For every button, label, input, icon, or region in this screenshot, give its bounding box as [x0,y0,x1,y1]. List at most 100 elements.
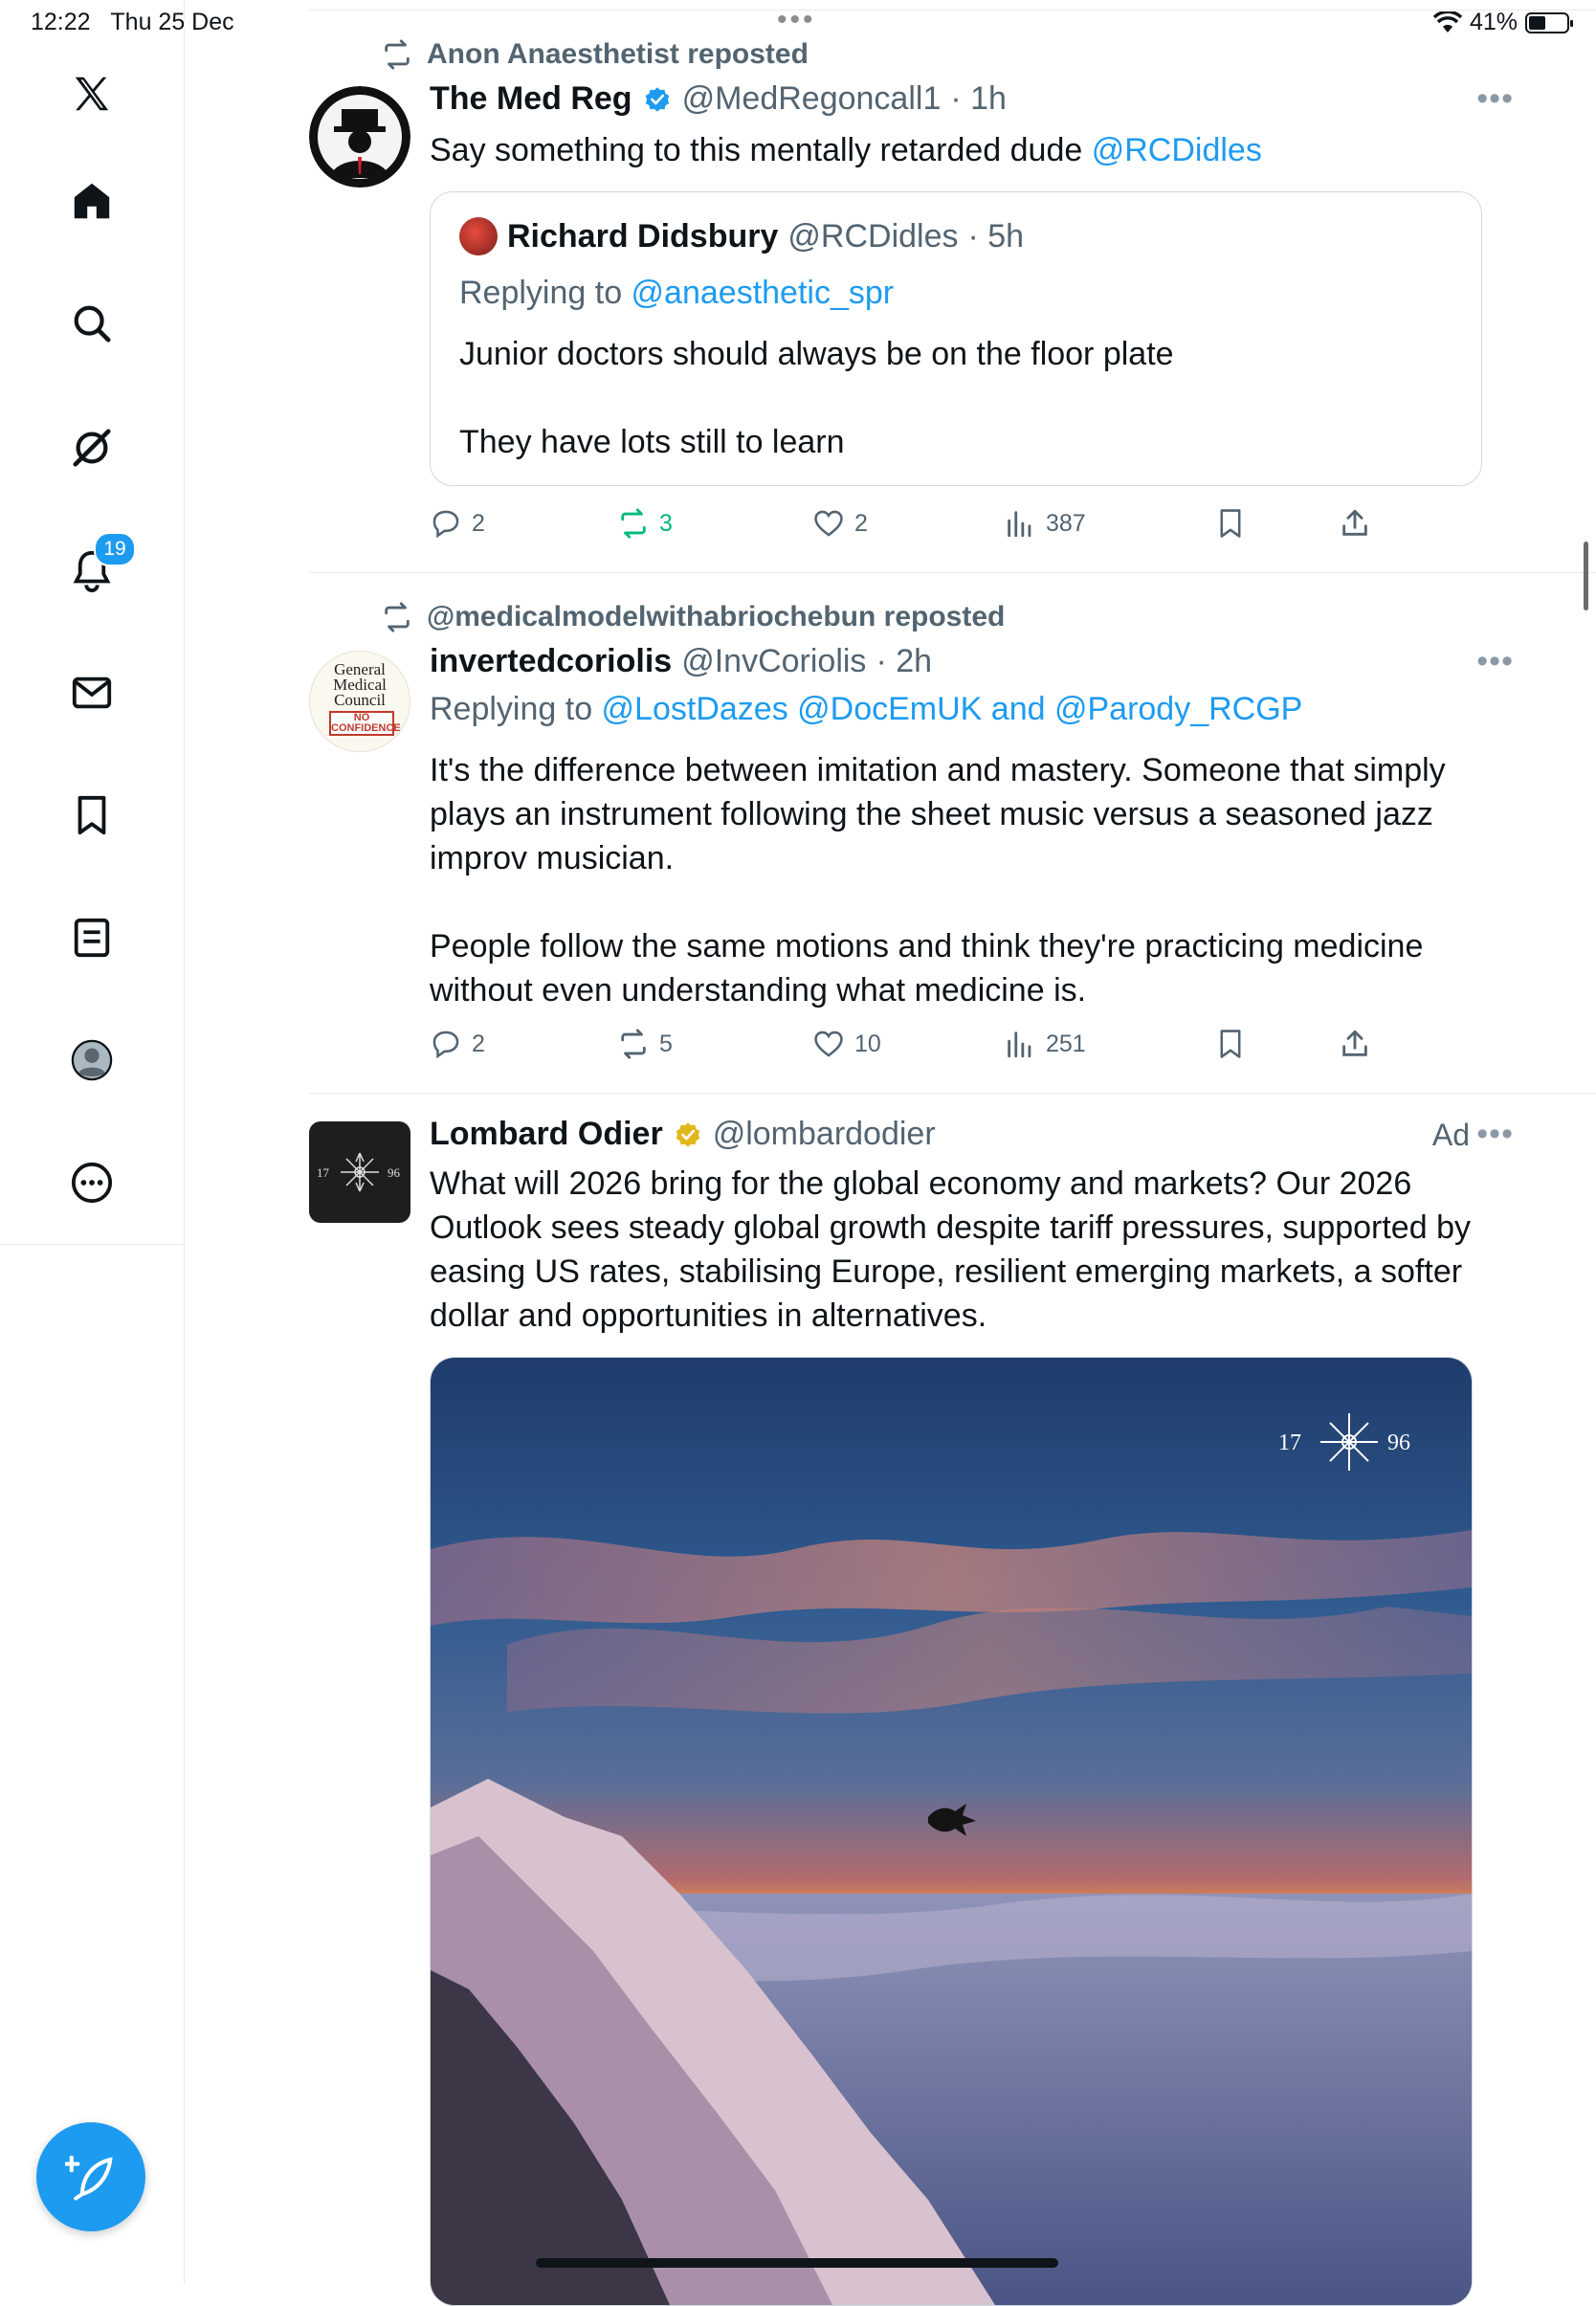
verified-badge-icon [645,86,669,112]
repost-icon [385,602,410,632]
repost-text: @medicalmodelwithabriochebun reposted [427,601,1006,632]
logo-text-left: 17 [317,1165,330,1180]
no-confidence-stamp: NO CONFIDENCE [329,711,401,736]
repost-button[interactable]: 5 [617,1028,673,1060]
notifications-badge: 19 [94,532,136,566]
post-actions: 2 5 10 251 [430,1028,1540,1070]
author-handle[interactable]: @InvCoriolis [681,643,866,680]
views-button[interactable]: 251 [1004,1028,1086,1060]
author-handle[interactable]: @MedRegoncall1 [682,80,942,118]
replying-to-links[interactable]: @LostDazes @DocEmUK and @Parody_RCGP [602,691,1303,727]
quoted-post-header: Richard Didsbury @RCDidles · 5h [459,217,1024,255]
repost-icon [385,39,410,70]
quoted-post-time: · 5h [967,217,1025,255]
reply-button[interactable]: 2 [430,507,485,540]
timeline-top-border [309,10,1596,11]
author-handle[interactable]: @lombardodier [713,1116,936,1153]
bookmark-button[interactable] [1214,507,1247,540]
watermark-text-left: 17 [1278,1430,1301,1455]
post-time[interactable]: · 2h [876,643,932,680]
views-chart-icon [1008,511,1031,538]
quoted-text-line-1: Junior doctors should always be on the f… [459,336,1174,372]
views-button[interactable]: 387 [1004,507,1086,540]
bookmark-icon [1220,1030,1241,1058]
replying-to-link[interactable]: @anaesthetic_spr [632,275,895,311]
views-count: 251 [1046,1030,1086,1057]
reply-icon [432,510,459,539]
repost-indicator[interactable]: @medicalmodelwithabriochebun reposted [381,601,1005,633]
nav-bookmarks[interactable] [59,783,124,848]
nav-search[interactable] [59,291,124,356]
ad-text: What will 2026 bring for the global econ… [430,1165,1471,1334]
avatar-lombardodier[interactable]: 17 96 [309,1121,410,1223]
compose-post-button[interactable] [36,2122,145,2231]
watermark-text-right: 96 [1387,1430,1410,1455]
gold-verified-badge-icon [676,1121,699,1147]
sidebar-divider [0,1244,184,1245]
author-name[interactable]: Lombard Odier [430,1116,663,1153]
compose-feather-icon [65,2155,113,2201]
quoted-post[interactable]: Richard Didsbury @RCDidles · 5h Replying… [430,191,1482,486]
reply-icon [432,1031,459,1059]
bookmark-icon [78,795,106,835]
post-header: The Med Reg @MedRegoncall1 · 1h [430,80,1007,118]
mountain-sunset-image: 17 96 [431,1358,1472,2305]
like-button[interactable]: 10 [812,1028,881,1060]
author-name[interactable]: invertedcoriolis [430,643,672,680]
nav-lists[interactable] [59,905,124,970]
timeline: Anon Anaesthetist reposted The Med Reg @… [185,0,1596,2306]
nav-profile[interactable] [59,1028,124,1093]
nav-messages[interactable] [59,660,124,725]
quoted-text-line-2: They have lots still to learn [459,424,845,460]
mail-icon [72,676,112,709]
views-count: 387 [1046,509,1086,537]
more-circle-icon [71,1162,113,1204]
sidebar: 19 [0,0,185,2285]
ad-label: Ad [1431,1118,1470,1152]
share-icon [1342,1030,1367,1056]
avatar-medreg[interactable] [309,86,410,188]
search-icon [74,305,111,343]
quoted-author-avatar[interactable] [459,217,498,255]
repost-icon [621,508,646,539]
nav-notifications[interactable]: 19 [59,532,136,603]
repost-indicator[interactable]: Anon Anaesthetist reposted [381,38,809,71]
ad-media-image[interactable]: 17 96 [430,1357,1473,2306]
gmc-logo-text: General Medical Council [333,660,387,709]
repost-count: 5 [659,1030,673,1057]
home-indicator[interactable] [536,2258,1058,2268]
repost-button[interactable]: 3 [617,507,673,540]
quoted-author-name[interactable]: Richard Didsbury [507,218,778,255]
grok-icon [73,429,111,467]
nav-more[interactable] [59,1150,124,1215]
post-text-paragraph-2: People follow the same motions and think… [430,928,1424,1009]
share-button[interactable] [1339,507,1371,540]
post-actions: 2 3 2 387 [430,507,1540,549]
reply-button[interactable]: 2 [430,1028,485,1060]
share-button[interactable] [1339,1028,1371,1060]
replying-to: Replying to @LostDazes @DocEmUK and @Par… [430,691,1303,727]
author-name[interactable]: The Med Reg [430,80,632,118]
post-time[interactable]: · 1h [950,80,1007,118]
lists-icon [74,918,110,958]
lombard-odier-logo: 17 96 [317,1152,401,1192]
nav-grok[interactable] [59,415,124,480]
profile-avatar-icon [71,1039,113,1081]
reply-count: 2 [472,1030,485,1057]
mention-link[interactable]: @RCDidles [1092,132,1262,168]
nav-home[interactable] [59,168,124,233]
share-icon [1342,509,1367,536]
avatar-invertedcoriolis[interactable]: General Medical Council NO CONFIDENCE [309,651,410,752]
x-logo[interactable] [59,61,124,126]
post-more-button[interactable]: ••• [1476,1116,1514,1153]
reply-count: 2 [472,509,485,537]
repost-icon [621,1029,646,1059]
like-button[interactable]: 2 [812,507,868,540]
scroll-indicator[interactable] [1584,542,1588,610]
quoted-author-handle[interactable]: @RCDidles [787,218,958,255]
post-more-button[interactable]: ••• [1476,80,1514,118]
post-text-paragraph-1: It's the difference between imitation an… [430,752,1446,876]
bookmark-icon [1220,509,1241,538]
bookmark-button[interactable] [1214,1028,1247,1060]
post-more-button[interactable]: ••• [1476,643,1514,680]
